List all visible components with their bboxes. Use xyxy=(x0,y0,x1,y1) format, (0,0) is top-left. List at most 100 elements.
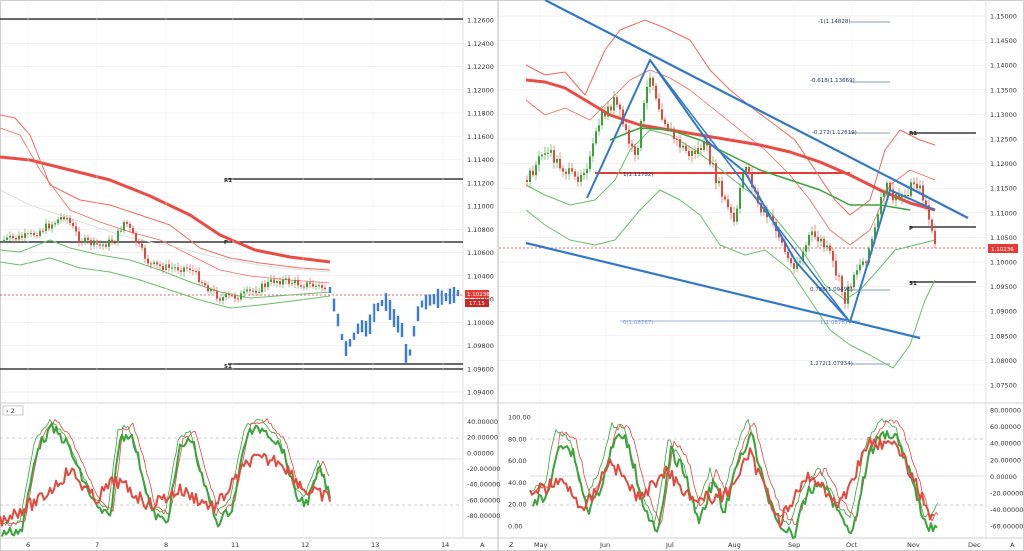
projection-bar xyxy=(388,300,392,320)
candle-body xyxy=(814,231,816,237)
candle-body xyxy=(907,195,909,197)
candle-body xyxy=(48,223,50,229)
left-price-pane[interactable] xyxy=(0,0,463,538)
candle-body xyxy=(808,234,810,246)
candle-body xyxy=(279,280,281,285)
projection-bar xyxy=(356,323,360,334)
trading-chart-canvas[interactable]: 1.12600 1.12400 1.12200 1.12000 1.11800 1.116… xyxy=(0,0,1024,551)
right-oscillator-pane[interactable] xyxy=(529,418,986,540)
right-price-tag-text: 1.10236 xyxy=(991,247,1014,253)
candle-body xyxy=(634,146,636,155)
candle-body xyxy=(886,182,888,193)
osc-tick-label: 80.00000 xyxy=(990,407,1021,415)
candle-body xyxy=(889,182,891,190)
candle-body xyxy=(664,119,666,125)
candle-body xyxy=(93,240,95,246)
candle-body xyxy=(856,270,858,275)
candle-body xyxy=(306,282,308,288)
candle-body xyxy=(916,183,918,189)
projection-bar xyxy=(368,314,372,335)
candle-body xyxy=(559,158,561,169)
candle-body xyxy=(33,232,35,236)
moving-average-line xyxy=(525,78,936,212)
candle-body xyxy=(225,294,227,298)
osc-tick-label: -60.00000 xyxy=(990,523,1023,531)
candle-body xyxy=(646,86,648,103)
candle-body xyxy=(147,258,149,264)
projection-bar xyxy=(424,294,428,310)
osc-tick-label: -20.00000 xyxy=(990,490,1023,498)
candle-body xyxy=(655,85,657,99)
left-price-tag-text: 1.10236 xyxy=(467,292,490,298)
candle-body xyxy=(249,289,251,291)
projection-bar xyxy=(456,289,460,297)
candle-body xyxy=(117,230,119,243)
price-tick-label: 1.08000 xyxy=(990,357,1017,365)
candle-body xyxy=(736,208,738,222)
candle-body xyxy=(288,278,290,284)
candle-body xyxy=(538,156,540,165)
candle-body xyxy=(817,236,819,242)
candle-body xyxy=(39,230,41,236)
candle-body xyxy=(691,150,693,157)
osc-tick-label: -40.00000 xyxy=(467,481,500,489)
osc-tick-label: -40.00000 xyxy=(990,506,1023,514)
candle-body xyxy=(261,283,263,292)
fib-level-label: 1.272(1.07934) xyxy=(810,361,853,367)
candle-body xyxy=(724,196,726,200)
candle-body xyxy=(81,242,83,244)
candle-body xyxy=(844,292,846,304)
candle-body xyxy=(619,104,621,110)
time-tick-label: Jul xyxy=(665,541,674,549)
right-corner-mark[interactable]: A xyxy=(1010,541,1015,549)
time-tick-label: 14 xyxy=(441,541,449,549)
candle-body xyxy=(535,164,537,176)
candle-body xyxy=(75,226,77,232)
candle-body xyxy=(51,224,53,229)
candle-body xyxy=(159,264,161,267)
right-corner-mark[interactable]: Z xyxy=(509,541,514,549)
projection-bar xyxy=(408,349,412,356)
right-price-pane[interactable] xyxy=(499,0,986,538)
osc-tick-label: 80.00 xyxy=(508,435,527,443)
candle-body xyxy=(631,143,633,147)
candle-body xyxy=(556,158,558,163)
price-tick-label: 1.09400 xyxy=(467,389,494,397)
candle-body xyxy=(90,240,92,246)
candle-body xyxy=(586,169,588,174)
candle-body xyxy=(697,147,699,154)
candle-body xyxy=(300,285,302,287)
candle-body xyxy=(171,267,173,269)
candle-body xyxy=(69,218,71,223)
projection-bar xyxy=(352,332,356,340)
candle-body xyxy=(667,124,669,130)
price-tick-label: 1.12000 xyxy=(467,86,494,94)
projection-bar xyxy=(420,300,424,308)
candle-body xyxy=(574,171,576,177)
candle-body xyxy=(682,145,684,148)
candle-body xyxy=(174,267,176,269)
price-tick-label: 1.07500 xyxy=(990,382,1017,390)
candle-body xyxy=(216,290,218,299)
candle-body xyxy=(643,102,645,122)
candle-body xyxy=(613,97,615,111)
candle-body xyxy=(712,163,714,165)
price-tick-label: 1.10000 xyxy=(467,319,494,327)
left-oscillator-pane[interactable] xyxy=(0,417,463,537)
candle-body xyxy=(189,268,191,271)
candle-body xyxy=(213,289,215,291)
candle-body xyxy=(547,152,549,154)
candle-body xyxy=(267,281,269,288)
time-tick-label: 12 xyxy=(301,541,309,549)
left-corner-mark[interactable]: A xyxy=(480,541,485,549)
candle-body xyxy=(598,125,600,132)
projection-bar xyxy=(400,323,404,337)
candle-body xyxy=(9,235,11,238)
candle-body xyxy=(129,223,131,228)
candle-body xyxy=(739,187,741,209)
candle-body xyxy=(658,98,660,110)
price-tick-label: 1.12500 xyxy=(990,136,1017,144)
candle-body xyxy=(592,143,594,157)
price-tick-label: 1.10800 xyxy=(467,226,494,234)
osc-signal-line xyxy=(4,417,330,527)
